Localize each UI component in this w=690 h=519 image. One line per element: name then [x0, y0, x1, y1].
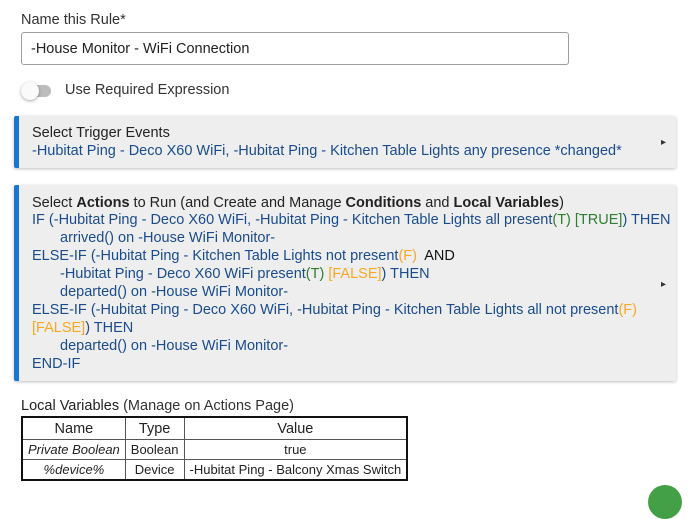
local-variables-heading: Local Variables (Manage on Actions Page) [21, 398, 294, 414]
local-variables-title: Local Variables [21, 398, 120, 414]
true-indicator: (T) [552, 212, 571, 228]
action-line-departed: departed() on -House WiFi Monitor- [60, 338, 289, 354]
actions-title: Select Actions to Run (and Create and Ma… [32, 195, 564, 211]
trigger-events-title: Select Trigger Events [32, 125, 170, 141]
required-expression-toggle[interactable] [21, 82, 53, 100]
action-text: ) THEN [622, 212, 671, 228]
actions-title-text: Select [32, 195, 77, 211]
actions-title-text: to Run (and Create and Manage [129, 195, 346, 211]
rule-name-input[interactable] [21, 32, 569, 65]
action-text: IF (-Hubitat Ping - Deco X60 WiFi, -Hubi… [32, 212, 553, 228]
column-header-type: Type [124, 416, 185, 440]
variable-value: true [183, 439, 408, 460]
local-variables-manage-note: (Manage on Actions Page) [119, 398, 294, 414]
local-variables-table: Name Type Value Private Boolean Boolean … [21, 416, 409, 481]
toggle-knob [21, 82, 39, 100]
action-line-end-if: END-IF [32, 356, 81, 372]
action-text: ELSE-IF (-Hubitat Ping - Deco X60 WiFi, … [32, 302, 619, 318]
action-text: -Hubitat Ping - Deco X60 WiFi present [60, 266, 306, 282]
action-text: ELSE-IF (-Hubitat Ping - Kitchen Table L… [32, 248, 399, 264]
actions-title-actions: Actions [76, 195, 130, 211]
action-line-departed: departed() on -House WiFi Monitor- [60, 284, 289, 300]
actions-title-text: ) [559, 195, 564, 211]
table-row: Private Boolean Boolean true [21, 439, 408, 460]
true-indicator: (T) [305, 266, 325, 282]
false-state: [FALSE] [328, 266, 382, 282]
false-indicator: (F) [618, 302, 637, 318]
actions-card[interactable]: Select Actions to Run (and Create and Ma… [14, 185, 676, 381]
action-text: ) THEN [381, 266, 430, 282]
action-line-else-if: ELSE-IF (-Hubitat Ping - Kitchen Table L… [32, 248, 455, 264]
actions-title-conditions: Conditions [345, 195, 422, 211]
action-text: ) THEN [85, 320, 134, 336]
action-line-if: IF (-Hubitat Ping - Deco X60 WiFi, -Hubi… [32, 212, 671, 228]
actions-title-local-variables: Local Variables [453, 195, 560, 211]
rule-name-label: Name this Rule* [21, 12, 126, 28]
expand-arrow-icon: ▸ [660, 279, 666, 290]
action-line-arrived: arrived() on -House WiFi Monitor- [60, 230, 276, 246]
column-header-name: Name [21, 416, 126, 440]
table-row: %device% Device -Hubitat Ping - Balcony … [21, 459, 408, 481]
table-header-row: Name Type Value [21, 416, 408, 440]
variable-type: Device [124, 459, 185, 481]
trigger-events-card[interactable]: Select Trigger Events -Hubitat Ping - De… [14, 116, 676, 168]
action-line-else-if: ELSE-IF (-Hubitat Ping - Deco X60 WiFi, … [32, 302, 637, 318]
variable-type: Boolean [124, 439, 185, 460]
column-header-value: Value [183, 416, 408, 440]
variable-value: -Hubitat Ping - Balcony Xmas Switch [183, 459, 408, 481]
required-expression-label: Use Required Expression [65, 82, 230, 98]
action-line-condition: -Hubitat Ping - Deco X60 WiFi present(T)… [60, 266, 430, 282]
floating-action-button[interactable] [648, 485, 682, 519]
variable-name: %device% [21, 459, 126, 481]
variable-name: Private Boolean [21, 439, 126, 460]
actions-title-text: and [421, 195, 454, 211]
and-keyword: AND [416, 248, 455, 264]
expand-arrow-icon: ▸ [660, 137, 666, 148]
action-line-continuation: [FALSE]) THEN [32, 320, 133, 336]
true-state: [TRUE] [574, 212, 623, 228]
false-state: [FALSE] [32, 320, 86, 336]
false-indicator: (F) [398, 248, 417, 264]
trigger-events-summary: -Hubitat Ping - Deco X60 WiFi, -Hubitat … [32, 143, 622, 159]
